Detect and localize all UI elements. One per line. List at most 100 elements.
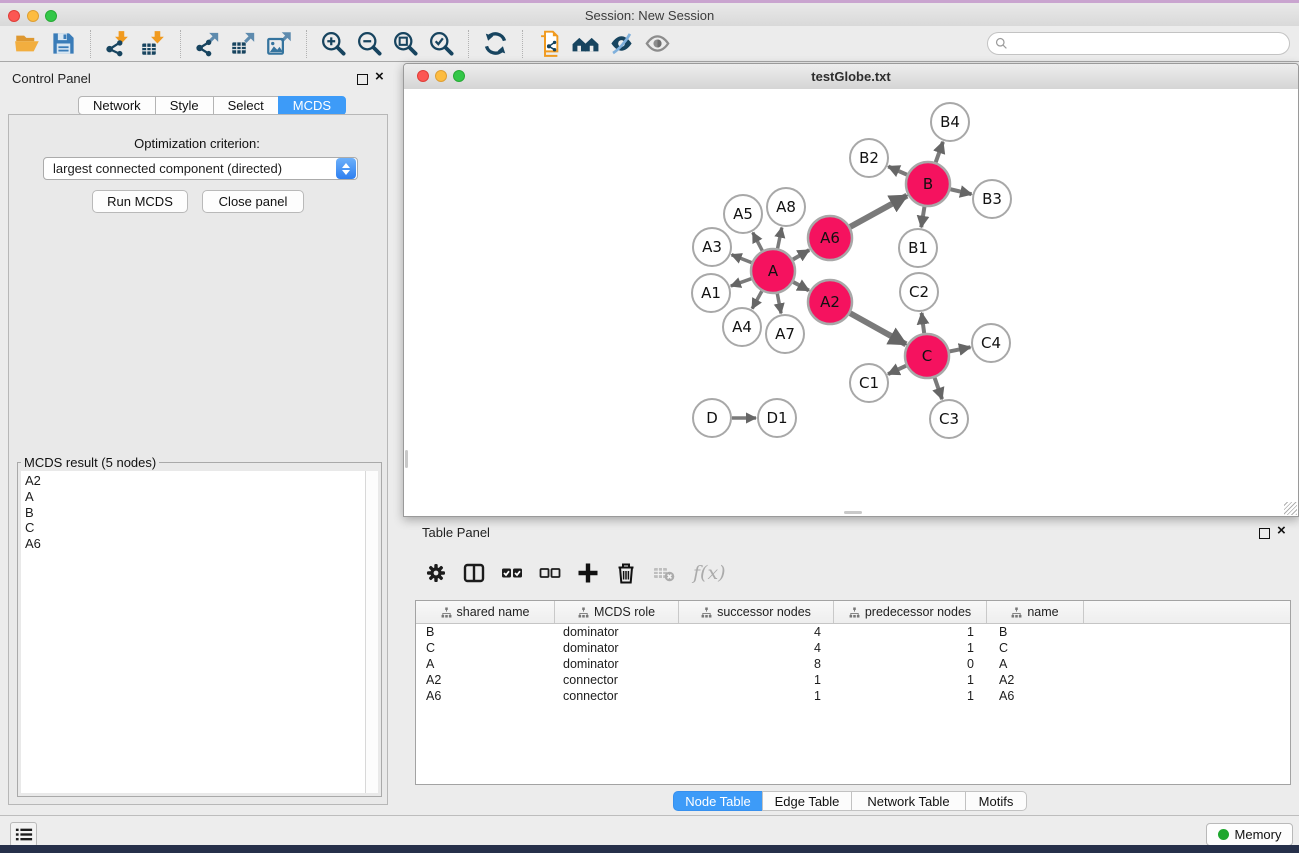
refresh-layout-button[interactable]	[480, 29, 510, 59]
delete-column-button[interactable]	[613, 560, 639, 586]
export-network-button[interactable]	[192, 29, 222, 59]
import-network-button[interactable]	[102, 29, 132, 59]
tab-style[interactable]: Style	[155, 96, 214, 115]
network-view-window[interactable]: testGlobe.txt B4B2BB3A8A5A6A3B1AC2A1A2A4…	[403, 63, 1299, 517]
edge-A-A2[interactable]	[793, 282, 809, 291]
edge-C-C3[interactable]	[935, 378, 942, 399]
vertical-scroll-indicator[interactable]	[405, 450, 408, 468]
cell-MCDS-role[interactable]: connector	[555, 689, 679, 703]
column-header-name[interactable]: name	[987, 601, 1084, 623]
network-file-button[interactable]	[534, 29, 564, 59]
cell-successor-nodes[interactable]: 4	[679, 641, 834, 655]
cell-shared-name[interactable]: B	[416, 625, 555, 639]
cell-successor-nodes[interactable]: 8	[679, 657, 834, 671]
zoom-fit-button[interactable]	[390, 29, 420, 59]
run-mcds-button[interactable]: Run MCDS	[92, 190, 188, 213]
select-all-checkbox-button[interactable]	[499, 560, 525, 586]
memory-button[interactable]: Memory	[1206, 823, 1293, 846]
export-table-button[interactable]	[228, 29, 258, 59]
mcds-result-item[interactable]: A	[25, 489, 366, 505]
edge-B-B3[interactable]	[950, 189, 971, 194]
close-panel-button[interactable]: Close panel	[202, 190, 304, 213]
column-header-shared-name[interactable]: shared name	[416, 601, 555, 623]
edge-B-B1[interactable]	[921, 207, 924, 228]
control-panel-close-button[interactable]: ×	[375, 72, 384, 82]
split-panel-button[interactable]	[461, 560, 487, 586]
mcds-result-item[interactable]: C	[25, 520, 366, 536]
mcds-result-list[interactable]: A2ABCA6	[21, 471, 366, 793]
table-panel-close-button[interactable]: ×	[1277, 526, 1286, 536]
cell-shared-name[interactable]: A6	[416, 689, 555, 703]
optimization-criterion-select[interactable]: largest connected component (directed)	[43, 157, 358, 180]
cell-MCDS-role[interactable]: connector	[555, 673, 679, 687]
table-row[interactable]: A2connector11A2	[416, 672, 1290, 688]
status-list-button[interactable]	[10, 822, 37, 847]
cell-MCDS-role[interactable]: dominator	[555, 641, 679, 655]
column-header-successor-nodes[interactable]: successor nodes	[679, 601, 834, 623]
column-header-predecessor-nodes[interactable]: predecessor nodes	[834, 601, 987, 623]
tab-network-table[interactable]: Network Table	[851, 791, 966, 811]
cell-predecessor-nodes[interactable]: 1	[834, 641, 987, 655]
edge-B-B2[interactable]	[888, 166, 907, 174]
edge-A6-B[interactable]	[850, 196, 907, 227]
eye-button[interactable]	[642, 29, 672, 59]
cell-name[interactable]: A6	[987, 689, 1084, 703]
table-panel-float-button[interactable]	[1259, 527, 1270, 542]
edge-B-B4[interactable]	[936, 142, 943, 163]
save-session-button[interactable]	[48, 29, 78, 59]
column-header-MCDS-role[interactable]: MCDS role	[555, 601, 679, 623]
tab-node-table[interactable]: Node Table	[673, 791, 763, 811]
mcds-result-item[interactable]: A2	[25, 473, 366, 489]
edge-C-C1[interactable]	[888, 366, 906, 374]
edge-A-A3[interactable]	[732, 255, 752, 263]
edge-A-A8[interactable]	[778, 228, 782, 249]
cell-successor-nodes[interactable]: 1	[679, 689, 834, 703]
cell-shared-name[interactable]: A	[416, 657, 555, 671]
search-box[interactable]	[987, 32, 1290, 55]
tab-network[interactable]: Network	[78, 96, 156, 115]
cell-successor-nodes[interactable]: 1	[679, 673, 834, 687]
edge-A-A1[interactable]	[731, 279, 752, 286]
open-session-button[interactable]	[12, 29, 42, 59]
tab-motifs[interactable]: Motifs	[965, 791, 1027, 811]
export-image-button[interactable]	[264, 29, 294, 59]
delete-table-button[interactable]	[651, 560, 677, 586]
tab-select[interactable]: Select	[213, 96, 279, 115]
edge-C-C4[interactable]	[950, 347, 971, 351]
edge-A2-C[interactable]	[850, 313, 906, 344]
tab-edge-table[interactable]: Edge Table	[762, 791, 852, 811]
settings-gear-button[interactable]	[423, 560, 449, 586]
cell-shared-name[interactable]: C	[416, 641, 555, 655]
table-row[interactable]: Bdominator41B	[416, 624, 1290, 640]
node-table[interactable]: shared nameMCDS rolesuccessor nodesprede…	[415, 600, 1291, 785]
cell-predecessor-nodes[interactable]: 1	[834, 673, 987, 687]
mcds-result-item[interactable]: A6	[25, 536, 366, 552]
table-row[interactable]: Adominator80A	[416, 656, 1290, 672]
edge-A-A7[interactable]	[777, 294, 781, 314]
zoom-in-button[interactable]	[318, 29, 348, 59]
cell-MCDS-role[interactable]: dominator	[555, 657, 679, 671]
tab-mcds[interactable]: MCDS	[278, 96, 346, 115]
home-button[interactable]	[570, 29, 600, 59]
function-builder-button[interactable]: f(x)	[693, 562, 726, 584]
zoom-out-button[interactable]	[354, 29, 384, 59]
table-row[interactable]: A6connector11A6	[416, 688, 1290, 704]
cell-successor-nodes[interactable]: 4	[679, 625, 834, 639]
add-column-button[interactable]	[575, 560, 601, 586]
deselect-all-checkbox-button[interactable]	[537, 560, 563, 586]
import-table-button[interactable]	[138, 29, 168, 59]
app-titlebar[interactable]: Session: New Session	[0, 3, 1299, 26]
cell-predecessor-nodes[interactable]: 1	[834, 689, 987, 703]
mcds-result-scrollbar[interactable]	[365, 471, 378, 793]
edge-A-A6[interactable]	[793, 250, 809, 259]
control-panel-float-button[interactable]	[357, 73, 368, 88]
cell-name[interactable]: A	[987, 657, 1084, 671]
cell-predecessor-nodes[interactable]: 1	[834, 625, 987, 639]
network-window-titlebar[interactable]: testGlobe.txt	[404, 64, 1298, 90]
edge-A-A5[interactable]	[753, 233, 763, 251]
horizontal-scroll-indicator[interactable]	[844, 511, 862, 514]
network-graph[interactable]: B4B2BB3A8A5A6A3B1AC2A1A2A4A7C4CC1C3DD1	[404, 89, 1298, 516]
cell-name[interactable]: A2	[987, 673, 1084, 687]
mcds-result-item[interactable]: B	[25, 505, 366, 521]
table-row[interactable]: Cdominator41C	[416, 640, 1290, 656]
